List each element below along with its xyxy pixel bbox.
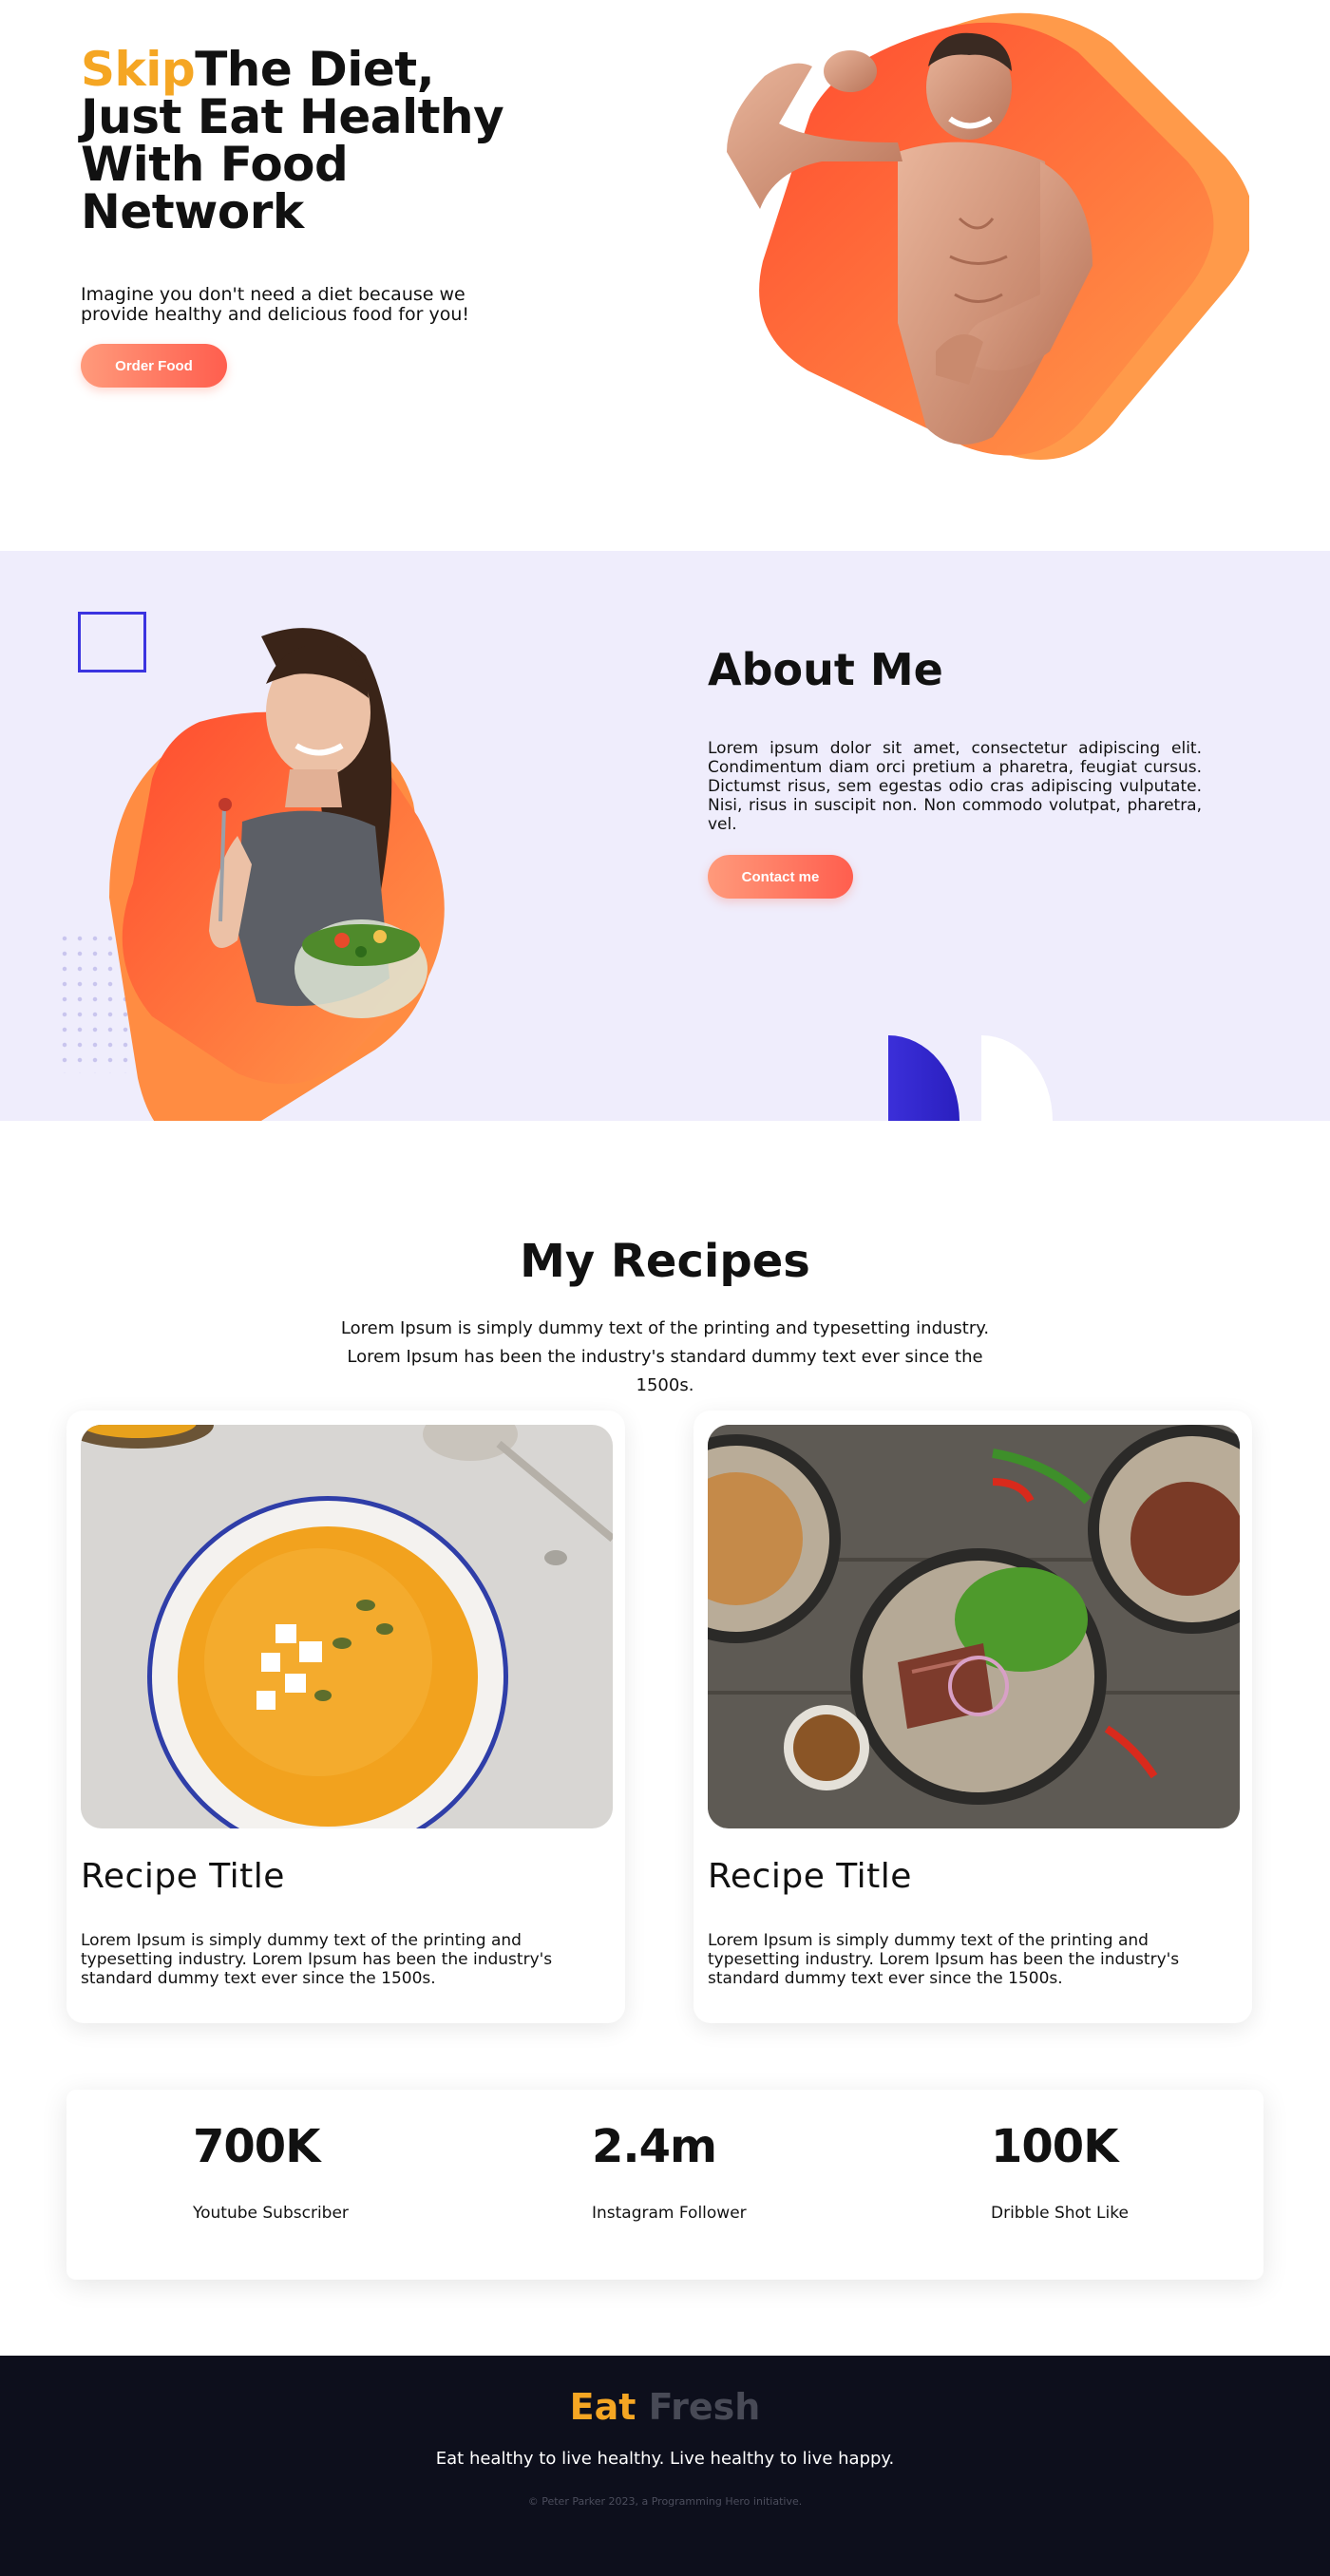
footer-brand-part2: Fresh — [648, 2386, 761, 2428]
recipes-section: My Recipes Lorem Ipsum is simply dummy t… — [0, 1121, 1330, 2356]
stat-label: Youtube Subscriber — [193, 2204, 349, 2223]
hero-text-block: SkipThe Diet, Just Eat Healthy With Food… — [81, 46, 575, 388]
stat-value: 100K — [991, 2120, 1118, 2173]
stat-item-youtube: 700K Youtube Subscriber — [193, 2120, 349, 2223]
recipe-card[interactable]: Recipe Title Lorem Ipsum is simply dummy… — [694, 1411, 1252, 2023]
footer: Eat Fresh Eat healthy to live healthy. L… — [0, 2356, 1330, 2576]
stat-item-instagram: 2.4m Instagram Follower — [592, 2120, 747, 2223]
footer-brand-logo: Eat Fresh — [0, 2356, 1330, 2428]
recipe-card-text: Lorem Ipsum is simply dummy text of the … — [708, 1931, 1180, 1988]
about-woman-image — [109, 628, 445, 1148]
hero-section: SkipThe Diet, Just Eat Healthy With Food… — [0, 0, 1330, 551]
order-food-button[interactable]: Order Food — [81, 344, 227, 388]
recipe-card-title: Recipe Title — [81, 1857, 285, 1896]
about-text-block: About Me Lorem ipsum dolor sit amet, con… — [708, 644, 1202, 899]
stat-value: 2.4m — [592, 2120, 717, 2173]
hero-man-image — [727, 12, 1249, 460]
recipe-card-text: Lorem Ipsum is simply dummy text of the … — [81, 1931, 553, 1988]
footer-tagline: Eat healthy to live healthy. Live health… — [435, 2449, 895, 2469]
footer-brand-part1: Eat — [569, 2386, 636, 2428]
stat-item-dribbble: 100K Dribble Shot Like — [991, 2120, 1129, 2223]
stat-label: Dribble Shot Like — [991, 2204, 1129, 2223]
hero-description: Imagine you don't need a diet because we… — [81, 284, 469, 325]
recipe-card-title: Recipe Title — [708, 1857, 912, 1896]
recipe-cards: Recipe Title Lorem Ipsum is simply dummy… — [66, 1411, 1254, 2023]
recipes-description: Lorem Ipsum is simply dummy text of the … — [340, 1318, 990, 1395]
decorative-white-half-circle — [981, 1035, 1053, 1121]
hero-title-line3: With Food Network — [81, 137, 349, 239]
pumpkin-soup-image — [81, 1425, 613, 1828]
decorative-blue-half-circle — [888, 1035, 960, 1121]
footer-copyright: © Peter Parker 2023, a Programming Hero … — [527, 2495, 803, 2508]
recipes-title: My Recipes — [520, 1235, 810, 1288]
about-body: Lorem ipsum dolor sit amet, consectetur … — [708, 739, 1202, 834]
stats-panel: 700K Youtube Subscriber 2.4m Instagram F… — [66, 2090, 1264, 2280]
contact-me-button[interactable]: Contact me — [708, 855, 853, 899]
stat-value: 700K — [193, 2120, 320, 2173]
stat-label: Instagram Follower — [592, 2204, 747, 2223]
about-section: About Me Lorem ipsum dolor sit amet, con… — [0, 551, 1330, 1148]
steak-salad-image — [708, 1425, 1240, 1828]
recipe-card[interactable]: Recipe Title Lorem Ipsum is simply dummy… — [66, 1411, 625, 2023]
hero-title: SkipThe Diet, Just Eat Healthy With Food… — [81, 46, 575, 236]
about-title: About Me — [708, 644, 943, 695]
